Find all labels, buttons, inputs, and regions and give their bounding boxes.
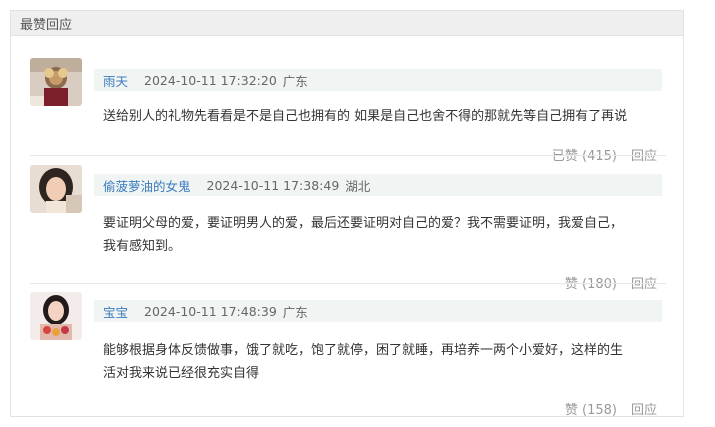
avatar[interactable] <box>30 58 82 106</box>
username-link[interactable]: 雨天 <box>103 71 128 90</box>
comment-item: 雨天 2024-10-11 17:32:20 广东 送给别人的礼物先看看是不是自… <box>11 36 683 164</box>
comment-time: 2024-10-11 17:38:49 <box>206 177 340 193</box>
username-link[interactable]: 宝宝 <box>103 302 128 321</box>
top-comments-panel: 最赞回应 雨天 2024-10-11 17:32:20 广东 送给别人的礼物先看… <box>10 10 684 418</box>
comment-meta: 雨天 2024-10-11 17:32:20 广东 <box>94 69 662 91</box>
like-label: 赞 <box>564 403 578 418</box>
panel-title: 最赞回应 <box>20 17 73 33</box>
comment-location: 湖北 <box>345 178 371 194</box>
comment-meta: 宝宝 2024-10-11 17:48:39 广东 <box>94 300 662 322</box>
username-link[interactable]: 偷菠萝油的女鬼 <box>103 176 191 195</box>
comment-item: 宝宝 2024-10-11 17:48:39 广东 能够根据身体反馈做事，饿了就… <box>11 284 683 418</box>
comment-location: 广东 <box>282 304 308 320</box>
comment-text-line: 送给别人的礼物先看看是不是自己也拥有的 如果是自己也舍不得的那就先等自己拥有了再… <box>103 109 628 124</box>
avatar[interactable] <box>30 292 82 340</box>
comment-time: 2024-10-11 17:32:20 <box>144 72 277 88</box>
comment-text-line: 要证明父母的爱，要证明男人的爱，最后还要证明对自己的爱？我不需要证明，我爱自己， <box>103 216 624 231</box>
comment-text-line: 我有感知到。 <box>103 239 182 254</box>
comment-meta: 偷菠萝油的女鬼 2024-10-11 17:38:49 湖北 <box>94 174 662 196</box>
comment-text: 能够根据身体反馈做事，饿了就吃，饱了就停，困了就睡，再培养一两个小爱好，这样的生… <box>103 339 677 385</box>
comment-location: 广东 <box>282 73 308 89</box>
comment-text: 要证明父母的爱，要证明男人的爱，最后还要证明对自己的爱？我不需要证明，我爱自己，… <box>103 212 677 258</box>
comment-time: 2024-10-11 17:48:39 <box>144 303 277 319</box>
comment-text: 送给别人的礼物先看看是不是自己也拥有的 如果是自己也舍不得的那就先等自己拥有了再… <box>103 105 677 128</box>
reply-button[interactable]: 回应 <box>631 399 657 418</box>
comment-text-line: 活对我来说已经很充实自得 <box>103 366 260 381</box>
like-count: (158) <box>582 403 617 418</box>
avatar[interactable] <box>30 165 82 213</box>
comment-item: 偷菠萝油的女鬼 2024-10-11 17:38:49 湖北 要证明父母的爱，要… <box>11 156 683 292</box>
comment-text-line: 能够根据身体反馈做事，饿了就吃，饱了就停，困了就睡，再培养一两个小爱好，这样的生 <box>103 343 624 358</box>
like-button[interactable]: 赞 (158) <box>565 399 617 418</box>
comment-actions: 赞 (158) 回应 <box>565 399 657 418</box>
panel-header: 最赞回应 <box>11 11 683 36</box>
